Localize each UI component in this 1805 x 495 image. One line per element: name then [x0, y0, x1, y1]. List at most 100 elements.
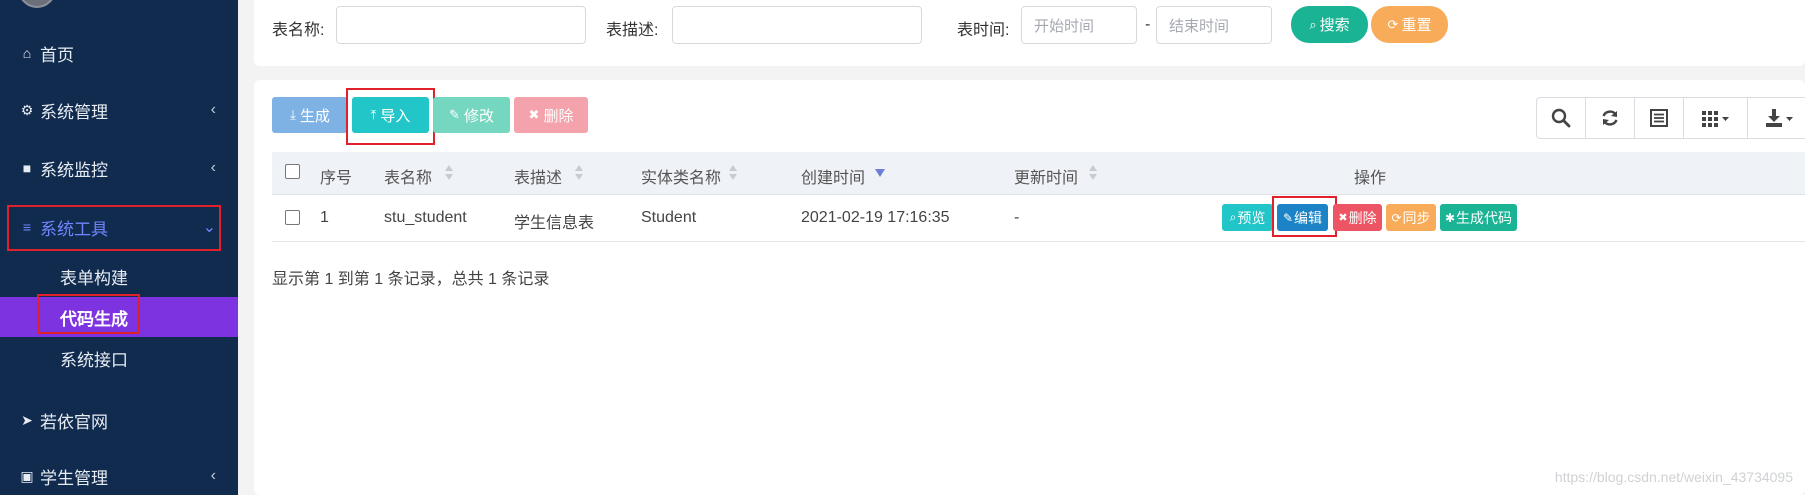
cell-table-name: stu_student [384, 209, 467, 226]
chevron-left-icon: ‹ [210, 467, 216, 484]
generate-code-button[interactable]: ✱ 生成代码 [1440, 204, 1517, 231]
sync-button-label: 同步 [1402, 209, 1431, 226]
sidebar-subitem-label: 代码生成 [60, 309, 128, 329]
start-time-placeholder: 开始时间 [1034, 17, 1095, 35]
edit-icon: ✎ [1282, 210, 1294, 225]
table-header: 序号 表名称 表描述 实体类名称 创建时间 更新时间 操作 [272, 152, 1805, 195]
sidebar-subitem-label: 表单构建 [60, 268, 128, 288]
table-name-input[interactable] [336, 6, 586, 44]
table-desc-input[interactable] [672, 6, 922, 44]
sort-icon [728, 165, 738, 181]
sidebar-subitem-system-api[interactable]: 系统接口 [0, 338, 238, 378]
sort-icon [444, 165, 454, 181]
sidebar-subitem-label: 系统接口 [60, 350, 128, 370]
start-time-input[interactable]: 开始时间 [1021, 6, 1137, 44]
video-icon: ■ [22, 160, 32, 176]
list-icon: ≡ [22, 219, 32, 235]
download-icon [1766, 109, 1793, 127]
sidebar-item-label: 若依官网 [40, 412, 108, 432]
edit-button[interactable]: ✎ 修改 [433, 97, 510, 133]
col-header-index: 序号 [320, 170, 353, 187]
cell-table-desc: 学生信息表 [514, 215, 595, 232]
sidebar-item-label: 系统监控 [40, 160, 108, 180]
sidebar: ⌂ 首页 ⚙ 系统管理 ‹ ■ 系统监控 ‹ ≡ 系统工具 ⌄ 表单构建 代码生… [0, 0, 238, 495]
main-content: 表名称: 表描述: 表时间: 开始时间 - 结束时间 ⌕ 搜索 ⟳ 重置 ⤓ 生… [238, 0, 1805, 495]
col-header-actions: 操作 [1354, 170, 1387, 187]
table-desc-label: 表描述: [606, 22, 659, 39]
sort-icon [1088, 165, 1098, 181]
avatar[interactable] [18, 0, 56, 8]
col-header-created[interactable]: 创建时间 [801, 164, 865, 188]
search-icon: ⌕ [1229, 210, 1237, 224]
refresh-tool-button[interactable] [1586, 98, 1635, 138]
refresh-icon: ⟳ [1387, 16, 1399, 32]
preview-button[interactable]: ⌕ 预览 [1222, 204, 1273, 231]
sidebar-item-label: 系统工具 [40, 219, 108, 239]
gear-icon: ⚙ [20, 101, 34, 118]
sidebar-subitem-form-builder[interactable]: 表单构建 [0, 256, 238, 296]
grid-icon [1701, 111, 1729, 127]
search-button-label: 搜索 [1319, 17, 1350, 34]
delete-button-label: 删除 [543, 107, 574, 125]
search-panel: 表名称: 表描述: 表时间: 开始时间 - 结束时间 ⌕ 搜索 ⟳ 重置 [254, 0, 1805, 66]
col-header-updated[interactable]: 更新时间 [1014, 164, 1078, 188]
sidebar-item-label: 学生管理 [40, 468, 108, 488]
table-panel: ⤓ 生成 ⤒ 导入 ✎ 修改 ✖ 删除 序号 表名称 表描述 实体类名称 创建时… [254, 80, 1805, 495]
upload-icon: ⤒ [370, 107, 377, 122]
bug-icon: ✱ [1444, 210, 1456, 225]
end-time-input[interactable]: 结束时间 [1156, 6, 1272, 44]
table-row: 1 stu_student 学生信息表 Student 2021-02-19 1… [272, 195, 1805, 242]
search-icon [1551, 108, 1571, 128]
download-icon: ⤓ [290, 107, 296, 122]
id-card-icon: ▣ [20, 467, 34, 484]
reset-button[interactable]: ⟳ 重置 [1371, 6, 1448, 43]
sort-icon [574, 165, 584, 181]
row-delete-button[interactable]: ✖ 删除 [1333, 204, 1382, 231]
select-all-checkbox[interactable] [285, 164, 300, 179]
delete-button[interactable]: ✖ 删除 [514, 97, 588, 133]
sidebar-item-home[interactable]: ⌂ 首页 [0, 33, 238, 73]
cell-created: 2021-02-19 17:16:35 [801, 209, 950, 226]
columns-toggle-button[interactable] [1684, 98, 1748, 138]
row-checkbox[interactable] [285, 210, 300, 225]
reset-button-label: 重置 [1401, 17, 1432, 34]
cell-index: 1 [320, 209, 329, 226]
watermark: https://blog.csdn.net/weixin_43734095 [1554, 469, 1793, 485]
import-button[interactable]: ⤒ 导入 [352, 97, 429, 133]
export-button[interactable] [1748, 98, 1805, 138]
sidebar-subitem-code-gen[interactable]: 代码生成 [0, 297, 238, 337]
import-button-label: 导入 [380, 107, 411, 125]
sort-desc-icon [875, 169, 885, 177]
col-header-entity[interactable]: 实体类名称 [641, 164, 721, 188]
sync-button[interactable]: ⟳ 同步 [1386, 204, 1436, 231]
chevron-left-icon: ‹ [210, 101, 216, 118]
refresh-icon [1602, 110, 1618, 126]
close-icon: ✖ [528, 107, 540, 122]
sidebar-item-student-management[interactable]: ▣ 学生管理 ‹ [0, 456, 238, 495]
col-header-table-name[interactable]: 表名称 [384, 164, 432, 188]
table-name-label: 表名称: [272, 22, 325, 39]
generate-button-label: 生成 [299, 107, 330, 125]
row-edit-button[interactable]: ✎ 编辑 [1277, 204, 1328, 231]
generate-code-button-label: 生成代码 [1456, 209, 1513, 226]
cell-updated: - [1014, 209, 1020, 226]
sidebar-item-system-tools[interactable]: ≡ 系统工具 ⌄ [0, 207, 238, 247]
sidebar-item-system-monitor[interactable]: ■ 系统监控 ‹ [0, 148, 238, 188]
chevron-down-icon: ⌄ [202, 219, 216, 236]
cell-entity: Student [641, 209, 697, 226]
sidebar-item-label: 首页 [40, 45, 74, 65]
sidebar-item-system-management[interactable]: ⚙ 系统管理 ‹ [0, 90, 238, 130]
edit-icon: ✎ [449, 107, 460, 122]
send-icon: ➤ [21, 411, 33, 428]
search-tool-button[interactable] [1537, 98, 1586, 138]
search-button[interactable]: ⌕ 搜索 [1291, 6, 1368, 43]
generate-button[interactable]: ⤓ 生成 [272, 97, 348, 133]
refresh-icon: ⟳ [1391, 210, 1402, 225]
sidebar-item-ruoyi-site[interactable]: ➤ 若依官网 [0, 400, 238, 440]
list-view-icon [1650, 109, 1668, 127]
table-tools [1536, 97, 1805, 139]
col-header-table-desc[interactable]: 表描述 [514, 164, 562, 188]
search-icon: ⌕ [1309, 16, 1317, 32]
end-time-placeholder: 结束时间 [1169, 17, 1230, 35]
columns-list-tool-button[interactable] [1635, 98, 1684, 138]
